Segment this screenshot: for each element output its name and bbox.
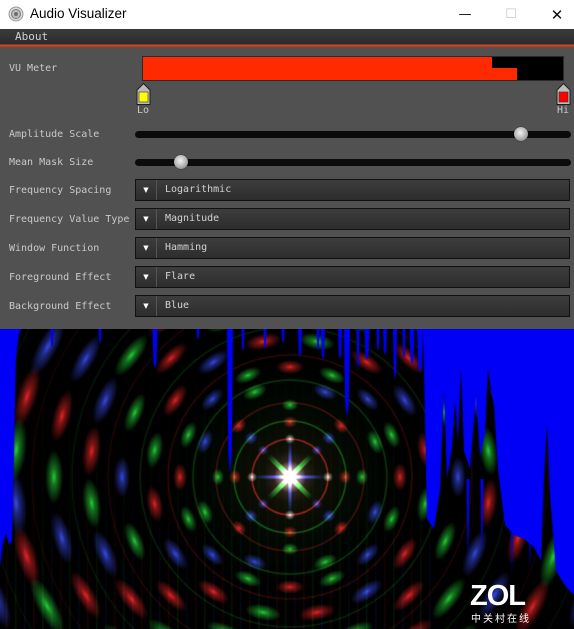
chevron-down-icon[interactable]: ▼ <box>136 238 157 258</box>
hi-label: Hi <box>557 105 570 116</box>
amplitude-scale-slider[interactable] <box>135 127 571 141</box>
vu-meter-bar-right <box>143 68 517 80</box>
frequency-spacing-label: Frequency Spacing <box>9 185 112 196</box>
mean-mask-size-thumb[interactable] <box>173 155 188 169</box>
frequency-value-type-value: Magnitude <box>165 213 220 224</box>
minimize-icon: — <box>458 7 472 22</box>
vu-meter-bar-left <box>143 57 492 68</box>
watermark-logo: ZOL <box>470 580 526 612</box>
foreground-effect-dropdown[interactable]: ▼ Flare <box>135 266 570 288</box>
hi-color-swatch <box>558 91 569 103</box>
chevron-down-icon[interactable]: ▼ <box>136 267 157 287</box>
chevron-down-icon[interactable]: ▼ <box>136 209 157 229</box>
frequency-spacing-value: Logarithmic <box>165 184 232 195</box>
close-icon: ✕ <box>550 5 564 24</box>
maximize-icon: ☐ <box>505 7 517 22</box>
visualizer-display: ZOL 中关村在线 <box>0 329 574 629</box>
menu-item-about[interactable]: About <box>15 30 48 44</box>
mean-mask-size-label: Mean Mask Size <box>9 157 94 168</box>
lo-color-swatch <box>138 91 149 103</box>
frequency-value-type-dropdown[interactable]: ▼ Magnitude <box>135 208 570 230</box>
amplitude-scale-label: Amplitude Scale <box>9 129 100 140</box>
foreground-effect-label: Foreground Effect <box>9 272 112 283</box>
window-function-dropdown[interactable]: ▼ Hamming <box>135 237 570 259</box>
background-effect-dropdown[interactable]: ▼ Blue <box>135 295 570 317</box>
title-bar: Audio Visualizer — ☐ ✕ <box>0 0 574 29</box>
vu-meter <box>143 57 563 80</box>
mean-mask-size-slider[interactable] <box>135 155 571 169</box>
menu-accent-line <box>0 44 574 48</box>
background-effect-value: Blue <box>165 300 190 311</box>
hi-threshold-handle[interactable] <box>556 83 571 105</box>
frequency-value-type-label: Frequency Value Type <box>9 214 130 225</box>
speaker-icon <box>8 6 24 22</box>
background-effect-label: Background Effect <box>9 301 112 312</box>
close-button[interactable]: ✕ <box>534 0 574 29</box>
lo-label: Lo <box>137 105 150 116</box>
window-title: Audio Visualizer <box>30 6 127 21</box>
lo-threshold-handle[interactable] <box>136 83 151 105</box>
vu-meter-label: VU Meter <box>9 63 58 74</box>
window-function-value: Hamming <box>165 242 208 253</box>
minimize-button[interactable]: — <box>442 0 488 29</box>
menu-bar: About <box>0 29 574 44</box>
amplitude-scale-thumb[interactable] <box>513 127 528 141</box>
chevron-down-icon[interactable]: ▼ <box>136 296 157 316</box>
watermark-subtitle: 中关村在线 <box>471 614 531 625</box>
maximize-button[interactable]: ☐ <box>488 0 534 29</box>
window-function-label: Window Function <box>9 243 100 254</box>
frequency-spacing-dropdown[interactable]: ▼ Logarithmic <box>135 179 570 201</box>
foreground-effect-value: Flare <box>165 271 196 282</box>
chevron-down-icon[interactable]: ▼ <box>136 180 157 200</box>
